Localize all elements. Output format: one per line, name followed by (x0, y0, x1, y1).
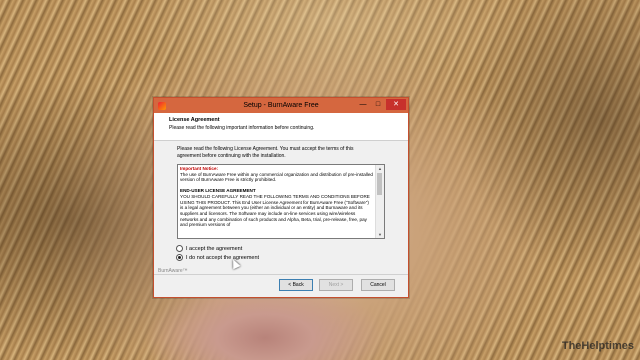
agreement-options: I accept the agreement I do not accept t… (176, 244, 408, 262)
maximize-button[interactable]: □ (371, 99, 385, 110)
close-button[interactable]: ✕ (386, 99, 406, 110)
window-controls: — □ ✕ (356, 99, 406, 110)
minimize-button[interactable]: — (356, 99, 370, 110)
next-button[interactable]: Next > (319, 279, 353, 291)
scroll-thumb[interactable] (377, 173, 382, 195)
title-bar[interactable]: Setup - BurnAware Free — □ ✕ (154, 98, 408, 113)
watermark: TheHelptimes (561, 340, 634, 352)
instructions-text: Please read the following License Agreem… (177, 146, 354, 159)
license-scrollbar[interactable]: ▲ ▼ (375, 165, 384, 238)
page-subtitle: Please read the following important info… (169, 125, 315, 131)
decline-option[interactable]: I do not accept the agreement (176, 253, 408, 262)
accept-label: I accept the agreement (186, 245, 243, 252)
accept-option[interactable]: I accept the agreement (176, 244, 408, 253)
accept-radio[interactable] (176, 245, 183, 252)
cancel-button[interactable]: Cancel (361, 279, 395, 291)
eula-text: YOU SHOULD CAREFULLY READ THE FOLLOWING … (180, 193, 370, 228)
page-title: License Agreement (169, 117, 220, 123)
content: Please read the following License Agreem… (154, 141, 408, 262)
notice-text: The use of BurnAware Free within any com… (180, 171, 373, 183)
decline-label: I do not accept the agreement (186, 254, 260, 261)
scroll-up-arrow-icon[interactable]: ▲ (376, 165, 384, 172)
brand-label: BurnAware™ (158, 268, 190, 274)
decline-radio[interactable] (176, 254, 183, 261)
scroll-down-arrow-icon[interactable]: ▼ (376, 231, 384, 238)
license-textbox[interactable]: Important Notice: The use of BurnAware F… (177, 164, 385, 239)
footer-buttons: < Back Next > Cancel (279, 279, 395, 291)
page-header: License Agreement Please read the follow… (154, 113, 408, 141)
setup-window: Setup - BurnAware Free — □ ✕ License Agr… (153, 97, 409, 298)
footer-separator (154, 274, 408, 275)
back-button[interactable]: < Back (279, 279, 313, 291)
license-text: Important Notice: The use of BurnAware F… (178, 165, 384, 228)
